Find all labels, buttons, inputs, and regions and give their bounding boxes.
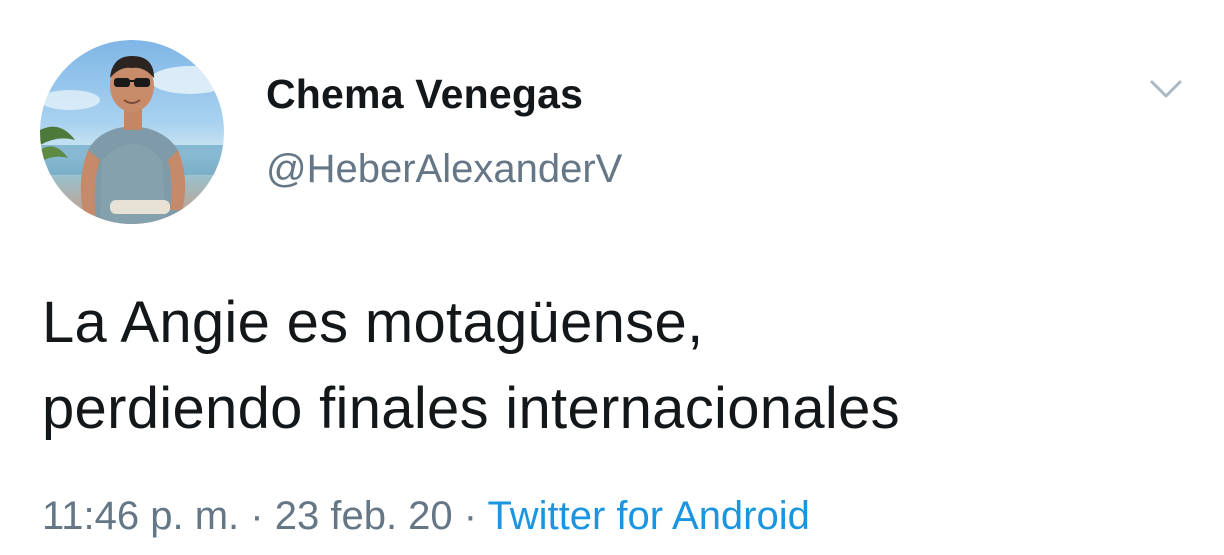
tweet-time[interactable]: 11:46 p. m.	[42, 494, 239, 538]
avatar-photo	[40, 56, 224, 224]
tweet-source-link[interactable]: Twitter for Android	[488, 494, 810, 538]
display-name[interactable]: Chema Venegas	[266, 66, 622, 122]
meta-separator: ·	[463, 494, 478, 538]
chevron-down-icon[interactable]	[1146, 74, 1186, 104]
tweet-text-line: perdiendo finales internacionales	[42, 376, 900, 441]
tweet-date[interactable]: 23 feb. 20	[275, 494, 453, 538]
tweet-meta: 11:46 p. m. · 23 feb. 20 · Twitter for A…	[42, 488, 810, 544]
user-info[interactable]: Chema Venegas @HeberAlexanderV	[266, 66, 622, 194]
meta-separator: ·	[250, 494, 264, 538]
avatar[interactable]	[40, 40, 224, 224]
tweet-text-line: La Angie es motagüense,	[42, 290, 704, 355]
tweet-card: Chema Venegas @HeberAlexanderV La Angie …	[0, 0, 1224, 555]
chevron-down-icon-svg	[1150, 80, 1182, 98]
tweet-text: La Angie es motagüense, perdiendo finale…	[42, 280, 1202, 452]
user-handle[interactable]: @HeberAlexanderV	[266, 144, 622, 194]
